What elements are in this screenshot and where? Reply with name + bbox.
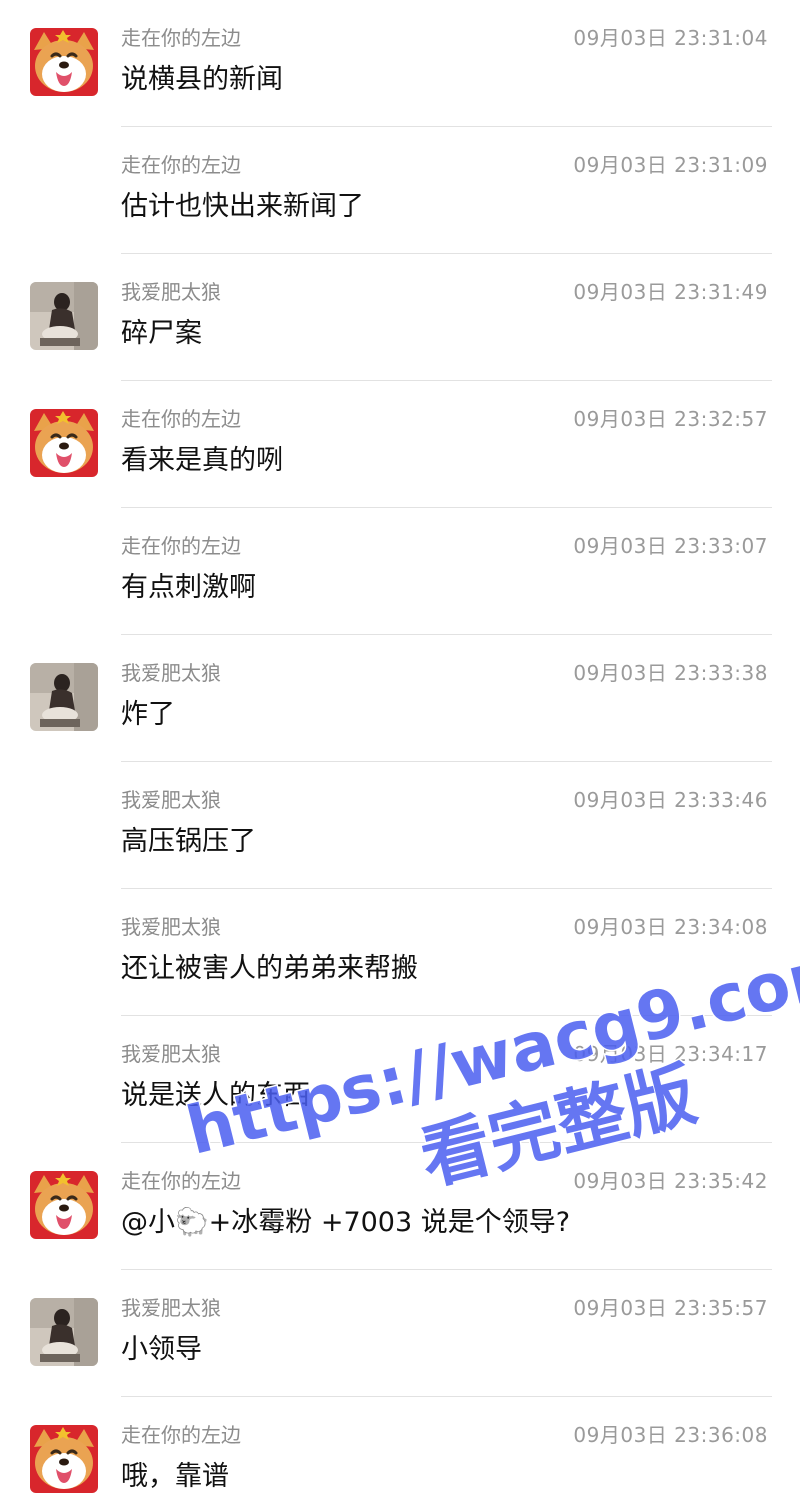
message-text: 碎尸案: [121, 318, 202, 349]
message-text: 估计也快出来新闻了: [121, 191, 364, 222]
message-row[interactable]: 我爱肥太狼 09月03日 23:35:57 小领导: [0, 1270, 800, 1397]
message-text: 说是送人的东西: [121, 1080, 310, 1111]
message-text: 哦，靠谱: [121, 1461, 229, 1492]
message-timestamp: 09月03日 23:33:38: [573, 661, 768, 685]
message-row[interactable]: 走在你的左边 09月03日 23:31:09 估计也快出来新闻了: [0, 127, 800, 254]
message-timestamp: 09月03日 23:32:57: [573, 407, 768, 431]
shiba-dog-avatar[interactable]: [30, 409, 98, 477]
message-row[interactable]: 走在你的左边 09月03日 23:36:08 哦，靠谱: [0, 1397, 800, 1510]
sender-name[interactable]: 走在你的左边: [121, 24, 241, 52]
message-row[interactable]: 我爱肥太狼 09月03日 23:33:46 高压锅压了: [0, 762, 800, 889]
message-timestamp: 09月03日 23:34:17: [573, 1042, 768, 1066]
message-text: 说横县的新闻: [121, 64, 283, 95]
message-row[interactable]: 走在你的左边 09月03日 23:31:04 说横县的新闻: [0, 0, 800, 127]
sender-name[interactable]: 走在你的左边: [121, 151, 241, 179]
message-timestamp: 09月03日 23:33:46: [573, 788, 768, 812]
message-row[interactable]: 走在你的左边 09月03日 23:32:57 看来是真的咧: [0, 381, 800, 508]
message-timestamp: 09月03日 23:33:07: [573, 534, 768, 558]
message-text: 小领导: [121, 1334, 202, 1365]
message-timestamp: 09月03日 23:31:49: [573, 280, 768, 304]
message-text: @小🐑+冰霉粉 +7003 说是个领导?: [121, 1207, 571, 1238]
sender-name[interactable]: 我爱肥太狼: [121, 913, 221, 941]
sender-name[interactable]: 我爱肥太狼: [121, 278, 221, 306]
message-row[interactable]: 我爱肥太狼 09月03日 23:34:17 说是送人的东西: [0, 1016, 800, 1143]
message-text: 有点刺激啊: [121, 572, 256, 603]
message-timestamp: 09月03日 23:36:08: [573, 1423, 768, 1447]
shiba-dog-avatar[interactable]: [30, 1171, 98, 1239]
message-timestamp: 09月03日 23:31:09: [573, 153, 768, 177]
message-text: 高压锅压了: [121, 826, 256, 857]
message-text: 还让被害人的弟弟来帮搬: [121, 953, 418, 984]
photo-avatar[interactable]: [30, 282, 98, 350]
chat-list: 走在你的左边 09月03日 23:31:04 说横县的新闻 走在你的左边 09月03日 …: [0, 0, 800, 1510]
sender-name[interactable]: 我爱肥太狼: [121, 1040, 221, 1068]
message-row[interactable]: 我爱肥太狼 09月03日 23:34:08 还让被害人的弟弟来帮搬: [0, 889, 800, 1016]
sender-name[interactable]: 我爱肥太狼: [121, 659, 221, 687]
shiba-dog-avatar[interactable]: [30, 1425, 98, 1493]
message-timestamp: 09月03日 23:34:08: [573, 915, 768, 939]
message-row[interactable]: 我爱肥太狼 09月03日 23:33:38 炸了: [0, 635, 800, 762]
message-timestamp: 09月03日 23:35:42: [573, 1169, 768, 1193]
shiba-dog-avatar[interactable]: [30, 28, 98, 96]
sender-name[interactable]: 我爱肥太狼: [121, 786, 221, 814]
sender-name[interactable]: 走在你的左边: [121, 1421, 241, 1449]
message-text: 炸了: [121, 699, 175, 730]
sender-name[interactable]: 走在你的左边: [121, 1167, 241, 1195]
sender-name[interactable]: 走在你的左边: [121, 532, 241, 560]
message-timestamp: 09月03日 23:31:04: [573, 26, 768, 50]
message-row[interactable]: 我爱肥太狼 09月03日 23:31:49 碎尸案: [0, 254, 800, 381]
message-row[interactable]: 走在你的左边 09月03日 23:35:42 @小🐑+冰霉粉 +7003 说是个领导…: [0, 1143, 800, 1270]
photo-avatar[interactable]: [30, 663, 98, 731]
message-text: 看来是真的咧: [121, 445, 283, 476]
message-timestamp: 09月03日 23:35:57: [573, 1296, 768, 1320]
photo-avatar[interactable]: [30, 1298, 98, 1366]
message-row[interactable]: 走在你的左边 09月03日 23:33:07 有点刺激啊: [0, 508, 800, 635]
sender-name[interactable]: 走在你的左边: [121, 405, 241, 433]
sender-name[interactable]: 我爱肥太狼: [121, 1294, 221, 1322]
